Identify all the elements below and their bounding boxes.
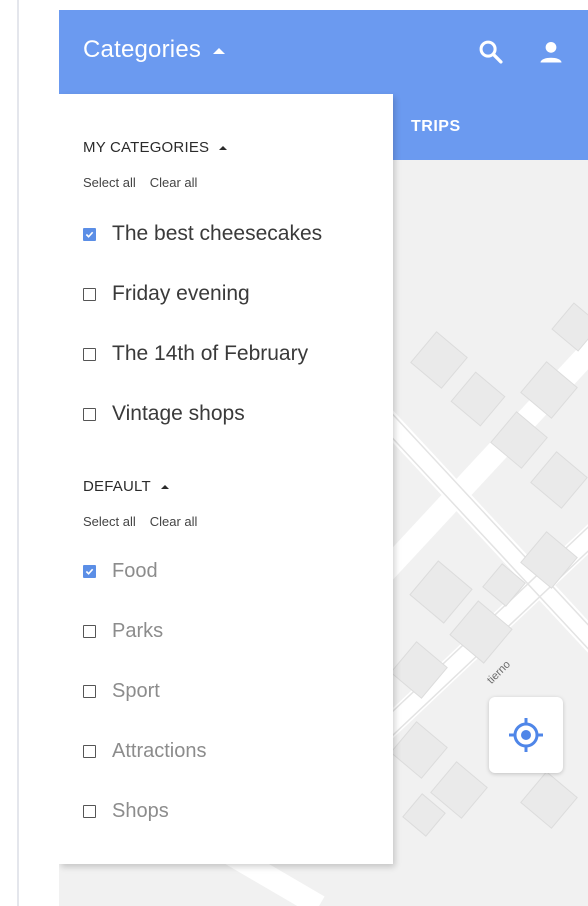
category-label: Friday evening bbox=[112, 282, 250, 305]
default-title: DEFAULT bbox=[83, 478, 151, 495]
person-icon[interactable] bbox=[537, 38, 565, 66]
tab-trips[interactable]: TRIPS bbox=[411, 118, 461, 136]
default-header[interactable]: DEFAULT bbox=[83, 478, 169, 495]
caret-up-icon bbox=[213, 48, 226, 54]
category-label: Sport bbox=[112, 680, 160, 702]
category-item[interactable]: Food bbox=[83, 560, 158, 583]
my-location-icon bbox=[509, 718, 543, 752]
select-all-link[interactable]: Select all bbox=[83, 514, 136, 529]
category-label: Shops bbox=[112, 800, 169, 822]
caret-up-icon bbox=[160, 484, 169, 489]
checkbox[interactable] bbox=[83, 625, 96, 638]
category-label: Parks bbox=[112, 620, 164, 642]
clear-all-link[interactable]: Clear all bbox=[150, 514, 198, 529]
category-item[interactable]: Parks bbox=[83, 620, 163, 643]
app-screen: tierno TRIPS Categories MY CATEGORIES Se… bbox=[59, 10, 588, 906]
search-icon[interactable] bbox=[477, 38, 505, 66]
check-icon bbox=[85, 568, 94, 575]
category-item[interactable]: The 14th of February bbox=[83, 342, 308, 366]
default-actions: Select all Clear all bbox=[83, 514, 197, 529]
category-label: Vintage shops bbox=[112, 402, 245, 425]
category-item[interactable]: Friday evening bbox=[83, 282, 250, 306]
checkbox[interactable] bbox=[83, 685, 96, 698]
checkbox[interactable] bbox=[83, 805, 96, 818]
page-left-divider bbox=[17, 0, 19, 906]
category-item[interactable]: Shops bbox=[83, 800, 169, 823]
category-label: The best cheesecakes bbox=[112, 222, 323, 245]
category-label: The 14th of February bbox=[112, 342, 309, 365]
category-item[interactable]: Vintage shops bbox=[83, 402, 245, 426]
checkbox[interactable] bbox=[83, 287, 96, 301]
category-label: Food bbox=[112, 560, 158, 582]
categories-dropdown-toggle[interactable]: Categories bbox=[83, 36, 226, 64]
checkbox[interactable] bbox=[83, 407, 96, 421]
select-all-link[interactable]: Select all bbox=[83, 175, 136, 190]
checkbox-checked[interactable] bbox=[83, 227, 96, 241]
category-item[interactable]: Attractions bbox=[83, 740, 206, 763]
app-bar: Categories bbox=[59, 10, 588, 94]
category-item[interactable]: Sport bbox=[83, 680, 160, 703]
my-categories-title: MY CATEGORIES bbox=[83, 139, 210, 156]
my-categories-actions: Select all Clear all bbox=[83, 175, 197, 190]
checkbox[interactable] bbox=[83, 745, 96, 758]
category-label: Attractions bbox=[112, 740, 207, 762]
my-categories-header[interactable]: MY CATEGORIES bbox=[83, 139, 228, 156]
clear-all-link[interactable]: Clear all bbox=[150, 175, 198, 190]
categories-panel: MY CATEGORIES Select all Clear all The b… bbox=[59, 94, 393, 864]
check-icon bbox=[85, 231, 94, 238]
caret-up-icon bbox=[219, 145, 228, 150]
app-bar-title: Categories bbox=[83, 36, 202, 63]
my-location-button[interactable] bbox=[489, 697, 563, 773]
checkbox-checked[interactable] bbox=[83, 565, 96, 578]
category-item[interactable]: The best cheesecakes bbox=[83, 222, 322, 246]
checkbox[interactable] bbox=[83, 347, 96, 361]
